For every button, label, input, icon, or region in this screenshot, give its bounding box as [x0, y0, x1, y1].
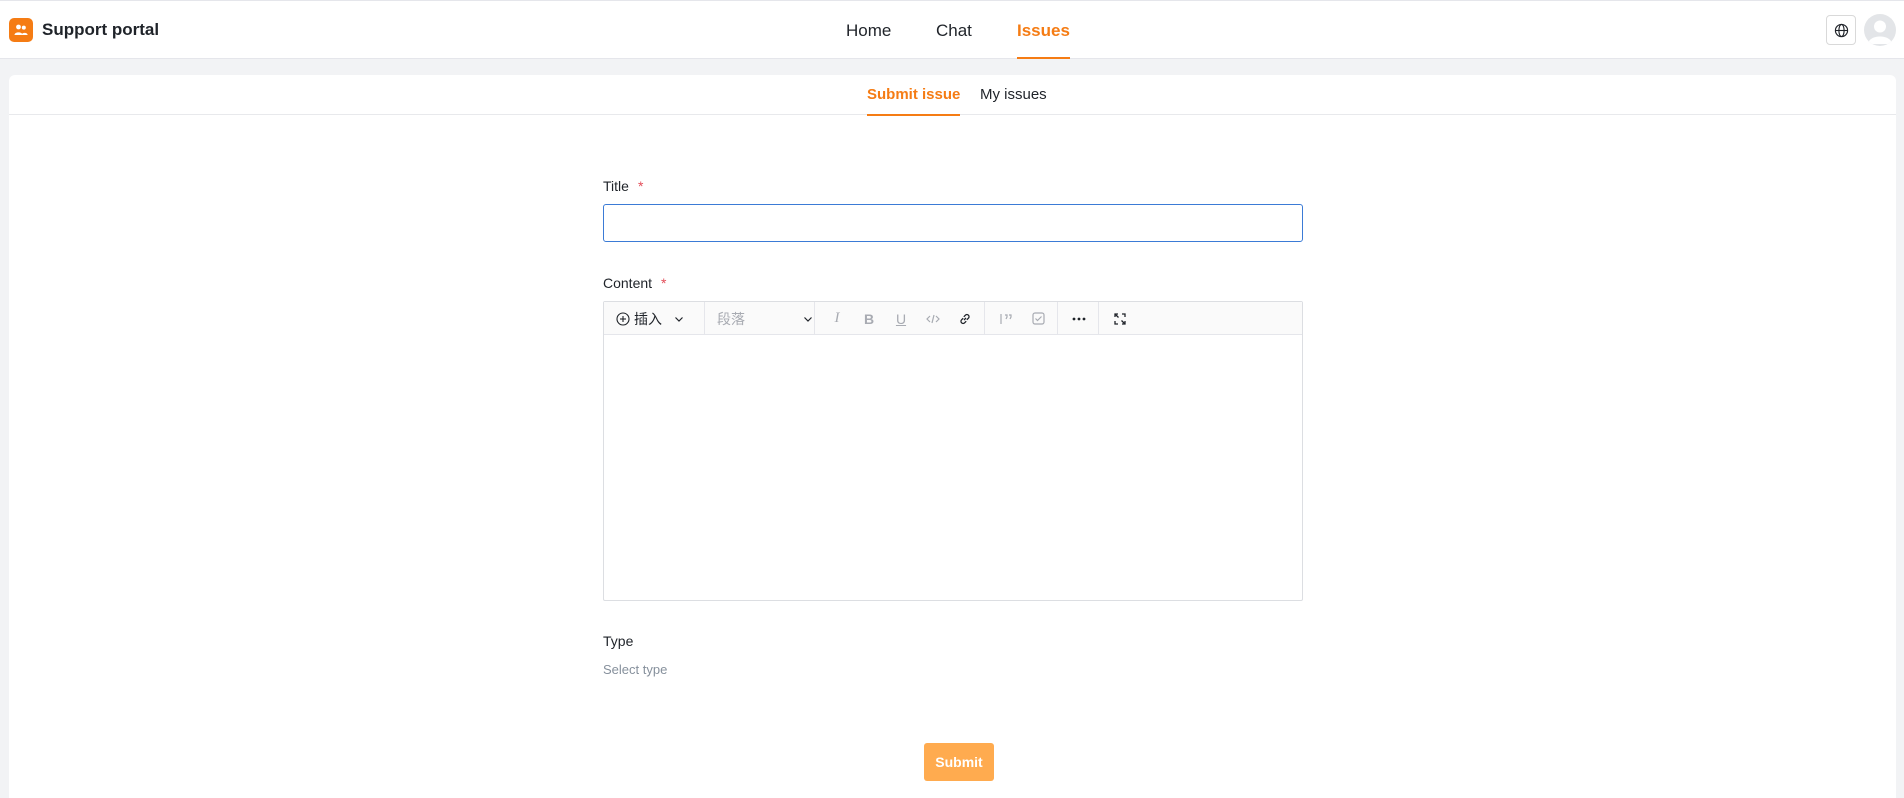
toolbar-divider [814, 302, 815, 335]
more-button[interactable] [1068, 302, 1090, 335]
fullscreen-icon [1114, 312, 1126, 325]
underline-button[interactable]: U [890, 302, 912, 335]
toolbar-divider [704, 302, 705, 335]
avatar[interactable] [1864, 14, 1896, 46]
nav-chat[interactable]: Chat [936, 1, 972, 59]
paragraph-select[interactable]: 段落 [717, 302, 813, 335]
code-button[interactable] [922, 302, 944, 335]
toolbar-divider [984, 302, 985, 335]
toolbar-divider [1098, 302, 1099, 335]
fullscreen-button[interactable] [1109, 302, 1131, 335]
type-label: Type [603, 633, 634, 649]
italic-button[interactable]: I [826, 302, 848, 335]
sub-tabs: Submit issue My issues [9, 75, 1896, 116]
main-card: Submit issue My issues Title * Content * 插… [9, 75, 1896, 798]
language-button[interactable] [1826, 15, 1856, 45]
checklist-button[interactable] [1027, 302, 1049, 335]
link-button[interactable] [954, 302, 976, 335]
blockquote-button[interactable] [995, 302, 1017, 335]
editor-content-area[interactable] [604, 335, 1302, 600]
toolbar-divider [1057, 302, 1058, 335]
submit-button[interactable]: Submit [924, 743, 994, 781]
tab-submit-issue[interactable]: Submit issue [867, 75, 961, 116]
insert-menu[interactable]: 插入 [616, 302, 692, 335]
plus-circle-icon [616, 311, 630, 326]
chevron-down-icon [675, 316, 683, 322]
link-icon [960, 313, 970, 324]
required-mark: * [661, 275, 667, 291]
title-label: Title * [603, 178, 644, 194]
editor-toolbar: 插入 段落 I B U [604, 302, 1302, 335]
top-bar: Support portal Home Chat Issues [0, 0, 1904, 59]
insert-label: 插入 [634, 310, 662, 327]
checkbox-icon [1031, 312, 1045, 325]
bold-button[interactable]: B [858, 302, 880, 335]
more-icon [1072, 317, 1086, 320]
type-select[interactable]: Select type [603, 662, 667, 677]
underline-icon: U [895, 310, 907, 327]
user-icon [1868, 20, 1892, 44]
nav-home[interactable]: Home [846, 1, 891, 59]
code-icon [926, 314, 940, 323]
bold-icon: B [863, 310, 875, 327]
quote-icon [1000, 313, 1012, 324]
italic-icon: I [834, 310, 840, 326]
globe-icon [1834, 23, 1848, 37]
paragraph-label: 段落 [717, 310, 745, 327]
main-nav: Home Chat Issues [0, 1, 1904, 59]
rich-text-editor: 插入 段落 I B U [603, 301, 1303, 601]
required-mark: * [637, 178, 644, 194]
title-input[interactable] [603, 204, 1303, 242]
nav-issues[interactable]: Issues [1017, 1, 1070, 59]
chevron-down-icon [804, 316, 812, 322]
tab-my-issues[interactable]: My issues [980, 75, 1047, 115]
content-label: Content * [603, 275, 667, 291]
